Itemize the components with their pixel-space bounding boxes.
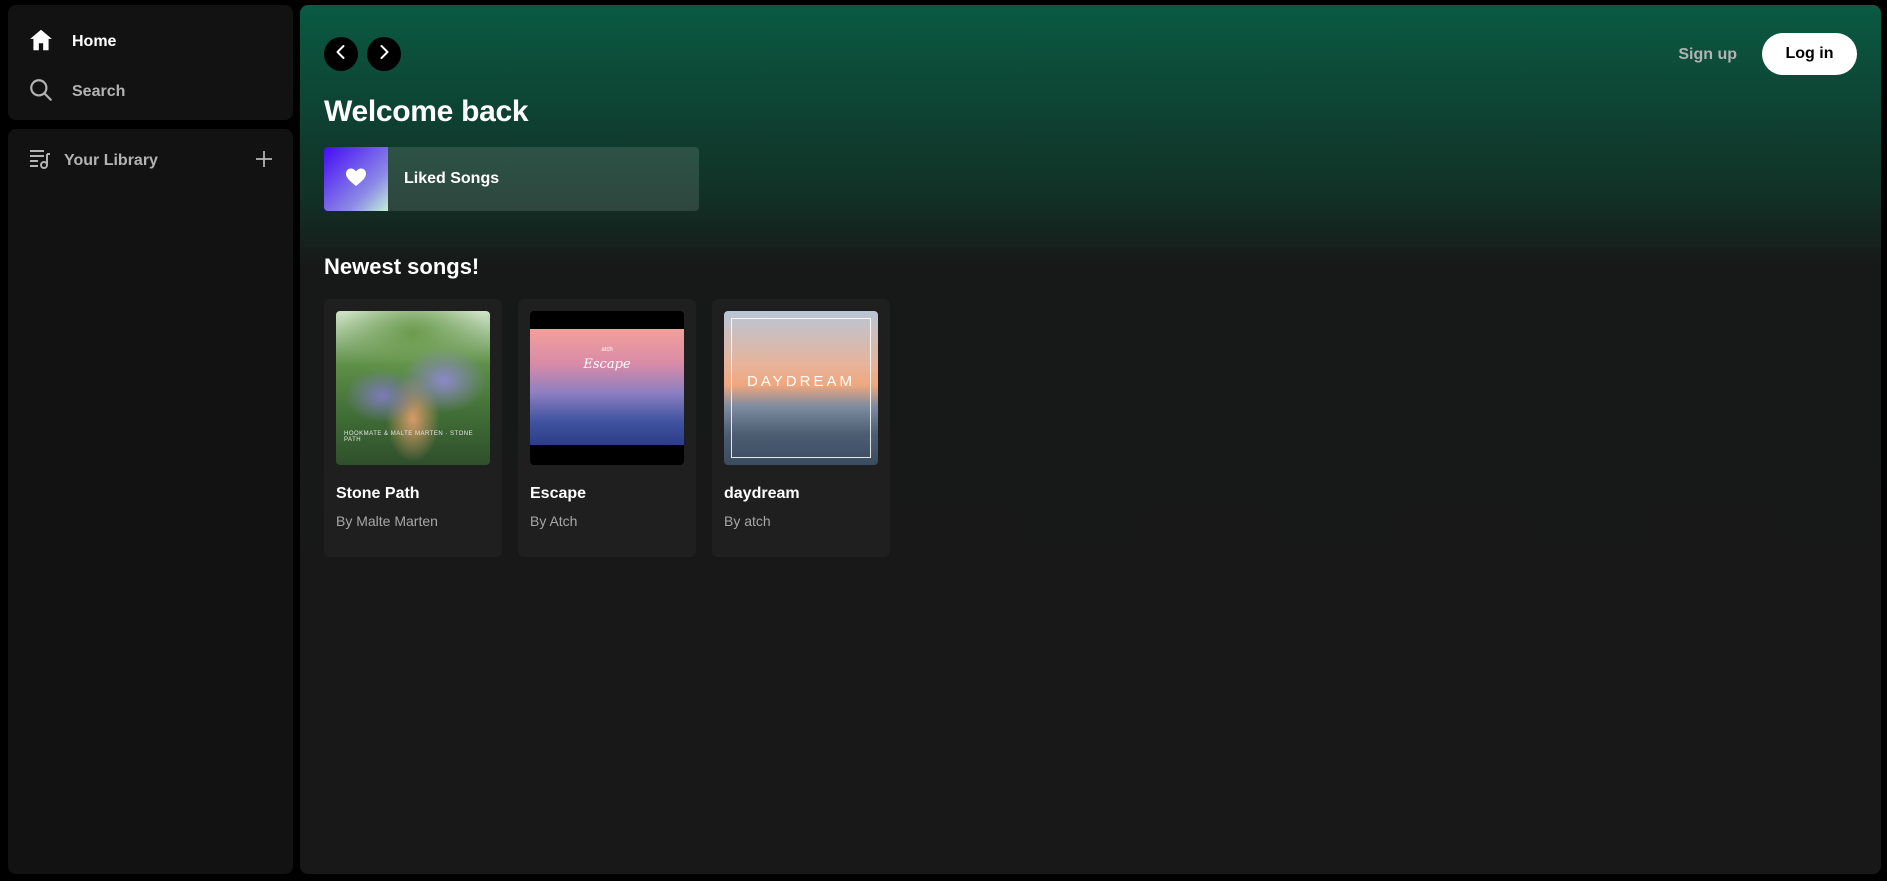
liked-songs-art — [324, 147, 388, 211]
app-window: Home Search Your Library Sign up Log in … — [0, 0, 1887, 881]
album-art-text: DAYDREAM — [747, 373, 855, 390]
page-title: Welcome back — [324, 95, 529, 128]
login-button[interactable]: Log in — [1762, 33, 1857, 75]
create-playlist-button[interactable] — [250, 147, 278, 175]
main-content: Sign up Log in Welcome back Liked Songs … — [300, 5, 1881, 874]
liked-songs-shortcut[interactable]: Liked Songs — [324, 147, 699, 211]
album-art: HOOKMATE & MALTE MARTEN · STONE PATH — [336, 311, 490, 465]
plus-icon — [255, 150, 273, 173]
chevron-left-icon — [332, 43, 350, 66]
song-card[interactable]: atch Escape Escape By Atch — [518, 299, 696, 557]
sidebar-item-label: Search — [72, 83, 126, 100]
back-button[interactable] — [324, 37, 358, 71]
song-title: daydream — [724, 485, 800, 502]
album-art-artist: atch — [601, 347, 613, 353]
sidebar-item-home[interactable]: Home — [28, 26, 116, 58]
section-title: Newest songs! — [324, 254, 480, 279]
album-art: DAYDREAM — [724, 311, 878, 465]
album-art-text: Escape — [583, 357, 631, 372]
song-artist: By Atch — [530, 513, 578, 529]
album-art-text: HOOKMATE & MALTE MARTEN · STONE PATH — [344, 431, 474, 443]
sidebar-item-label: Home — [72, 33, 117, 50]
signup-button[interactable]: Sign up — [1678, 41, 1737, 69]
home-icon — [28, 27, 54, 58]
library-icon — [28, 147, 52, 176]
song-title: Escape — [530, 485, 587, 502]
forward-button[interactable] — [367, 37, 401, 71]
library-button[interactable]: Your Library — [28, 147, 158, 176]
liked-songs-label: Liked Songs — [404, 170, 500, 187]
album-art: atch Escape — [530, 311, 684, 465]
song-title: Stone Path — [336, 485, 420, 502]
heart-icon — [344, 165, 368, 194]
song-card[interactable]: DAYDREAM daydream By atch — [712, 299, 890, 557]
search-icon — [28, 77, 54, 108]
song-card[interactable]: HOOKMATE & MALTE MARTEN · STONE PATH Sto… — [324, 299, 502, 557]
sidebar-item-search[interactable]: Search — [28, 76, 125, 108]
song-artist: By Malte Marten — [336, 513, 438, 529]
sidebar-nav: Home Search — [8, 5, 293, 120]
sidebar-library: Your Library — [8, 129, 293, 874]
library-label: Your Library — [64, 152, 158, 169]
song-artist: By atch — [724, 513, 771, 529]
library-header: Your Library — [28, 145, 278, 177]
chevron-right-icon — [375, 43, 393, 66]
song-list: HOOKMATE & MALTE MARTEN · STONE PATH Sto… — [324, 299, 890, 557]
